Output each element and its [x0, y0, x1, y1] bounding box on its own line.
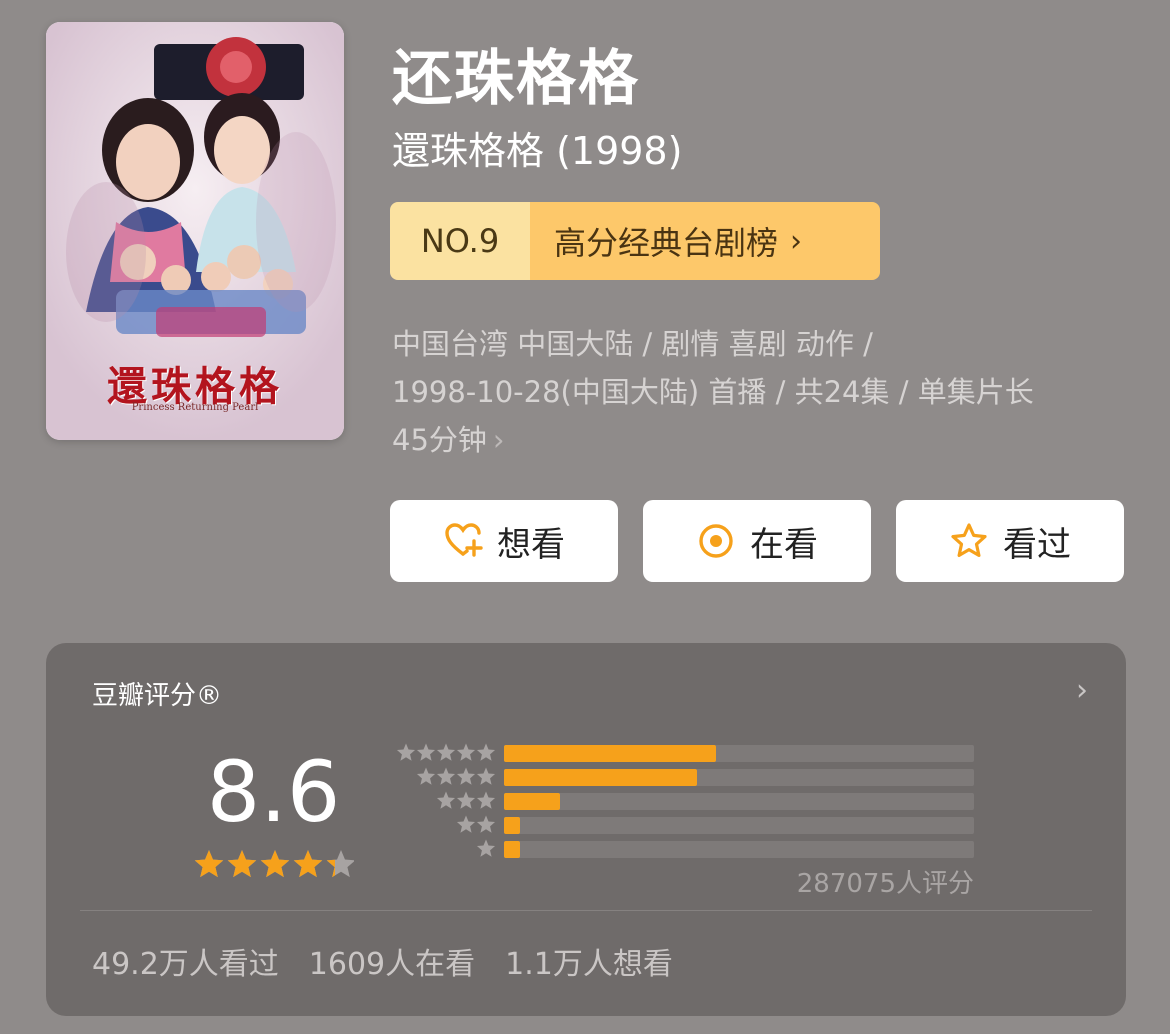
- watching-button[interactable]: 在看: [643, 500, 871, 582]
- watched-count[interactable]: 49.2万人看过: [92, 939, 279, 983]
- rating-bar-1-star: [504, 841, 974, 858]
- wishlist-count[interactable]: 1.1万人想看: [505, 939, 673, 983]
- rating-score: 8.6: [206, 743, 341, 841]
- star-filled-icon: [227, 850, 257, 878]
- star-icon: [476, 839, 496, 857]
- info-line-regions-genres: 中国台湾 中国大陆 / 剧情 喜剧 动作 /: [392, 327, 873, 361]
- star-level-labels: [396, 743, 496, 857]
- info-line-release-episodes: 1998-10-28(中国大陆) 首播 / 共24集 / 单集片长: [392, 375, 1034, 409]
- chevron-right-icon[interactable]: ›: [1076, 673, 1088, 708]
- star-icon: [436, 767, 456, 785]
- star-icon: [476, 743, 496, 761]
- star-filled-icon: [293, 850, 323, 878]
- want-to-watch-button[interactable]: 想看: [390, 500, 618, 582]
- watched-button[interactable]: 看过: [896, 500, 1124, 582]
- rating-bar-fill: [504, 793, 561, 810]
- watching-count[interactable]: 1609人在看: [309, 939, 475, 983]
- poster-image[interactable]: 還珠格格 Princess Returning Pearl: [46, 22, 344, 440]
- watching-label: 在看: [750, 524, 818, 565]
- rating-bar-3-star: [504, 793, 974, 810]
- star-icon: [476, 791, 496, 809]
- star-icon: [456, 767, 476, 785]
- poster-subtitle: Princess Returning Pearl: [131, 402, 259, 413]
- star-outline-icon: [951, 523, 987, 557]
- want-to-watch-label: 想看: [497, 524, 565, 565]
- rating-bar-fill: [504, 841, 521, 858]
- star-filled-icon: [260, 850, 290, 878]
- chevron-right-icon: ›: [492, 423, 505, 457]
- page-title: 还珠格格: [392, 44, 640, 114]
- star-icon: [456, 791, 476, 809]
- ranking-number: NO.9: [390, 202, 530, 280]
- original-title: 還珠格格 (1998): [392, 129, 683, 173]
- star-icon: [476, 815, 496, 833]
- duration-text: 45分钟: [392, 423, 487, 457]
- star-icon: [416, 767, 436, 785]
- rating-bar-fill: [504, 817, 521, 834]
- star-icon: [416, 743, 436, 761]
- divider: [80, 910, 1092, 911]
- rating-bar-fill: [504, 745, 716, 762]
- ranking-badge[interactable]: NO.9 高分经典台剧榜 ›: [390, 202, 880, 280]
- info-line-duration: 45分钟 ›: [392, 416, 1132, 464]
- audience-stats: 49.2万人看过 1609人在看 1.1万人想看: [92, 939, 673, 983]
- star-filled-icon: [194, 850, 224, 878]
- watched-label: 看过: [1003, 524, 1071, 565]
- rating-bar-fill: [504, 769, 697, 786]
- star-icon: [396, 743, 416, 761]
- rating-bar-5-star: [504, 745, 974, 762]
- ranking-list-label: 高分经典台剧榜: [554, 224, 779, 262]
- chevron-right-icon: ›: [790, 223, 803, 259]
- rating-bar-2-star: [504, 817, 974, 834]
- show-info[interactable]: 中国台湾 中国大陆 / 剧情 喜剧 动作 / 1998-10-28(中国大陆) …: [392, 320, 1132, 464]
- target-circle-icon: [699, 524, 733, 558]
- star-icon: [436, 791, 456, 809]
- rating-bar-4-star: [504, 769, 974, 786]
- ranking-list-name: 高分经典台剧榜 ›: [530, 202, 880, 280]
- star-icon: [456, 815, 476, 833]
- rating-card-title: 豆瓣评分®: [92, 681, 223, 711]
- heart-plus-icon: [445, 523, 483, 557]
- rating-count: 287075人评分: [796, 869, 974, 899]
- rating-stars: [194, 850, 354, 878]
- star-icon: [436, 743, 456, 761]
- douban-rating-card[interactable]: 豆瓣评分® › 8.6 287075人评分 49.2万人看过 1609人在看 1…: [46, 643, 1126, 1016]
- star-icon: [456, 743, 476, 761]
- star-icon: [476, 767, 496, 785]
